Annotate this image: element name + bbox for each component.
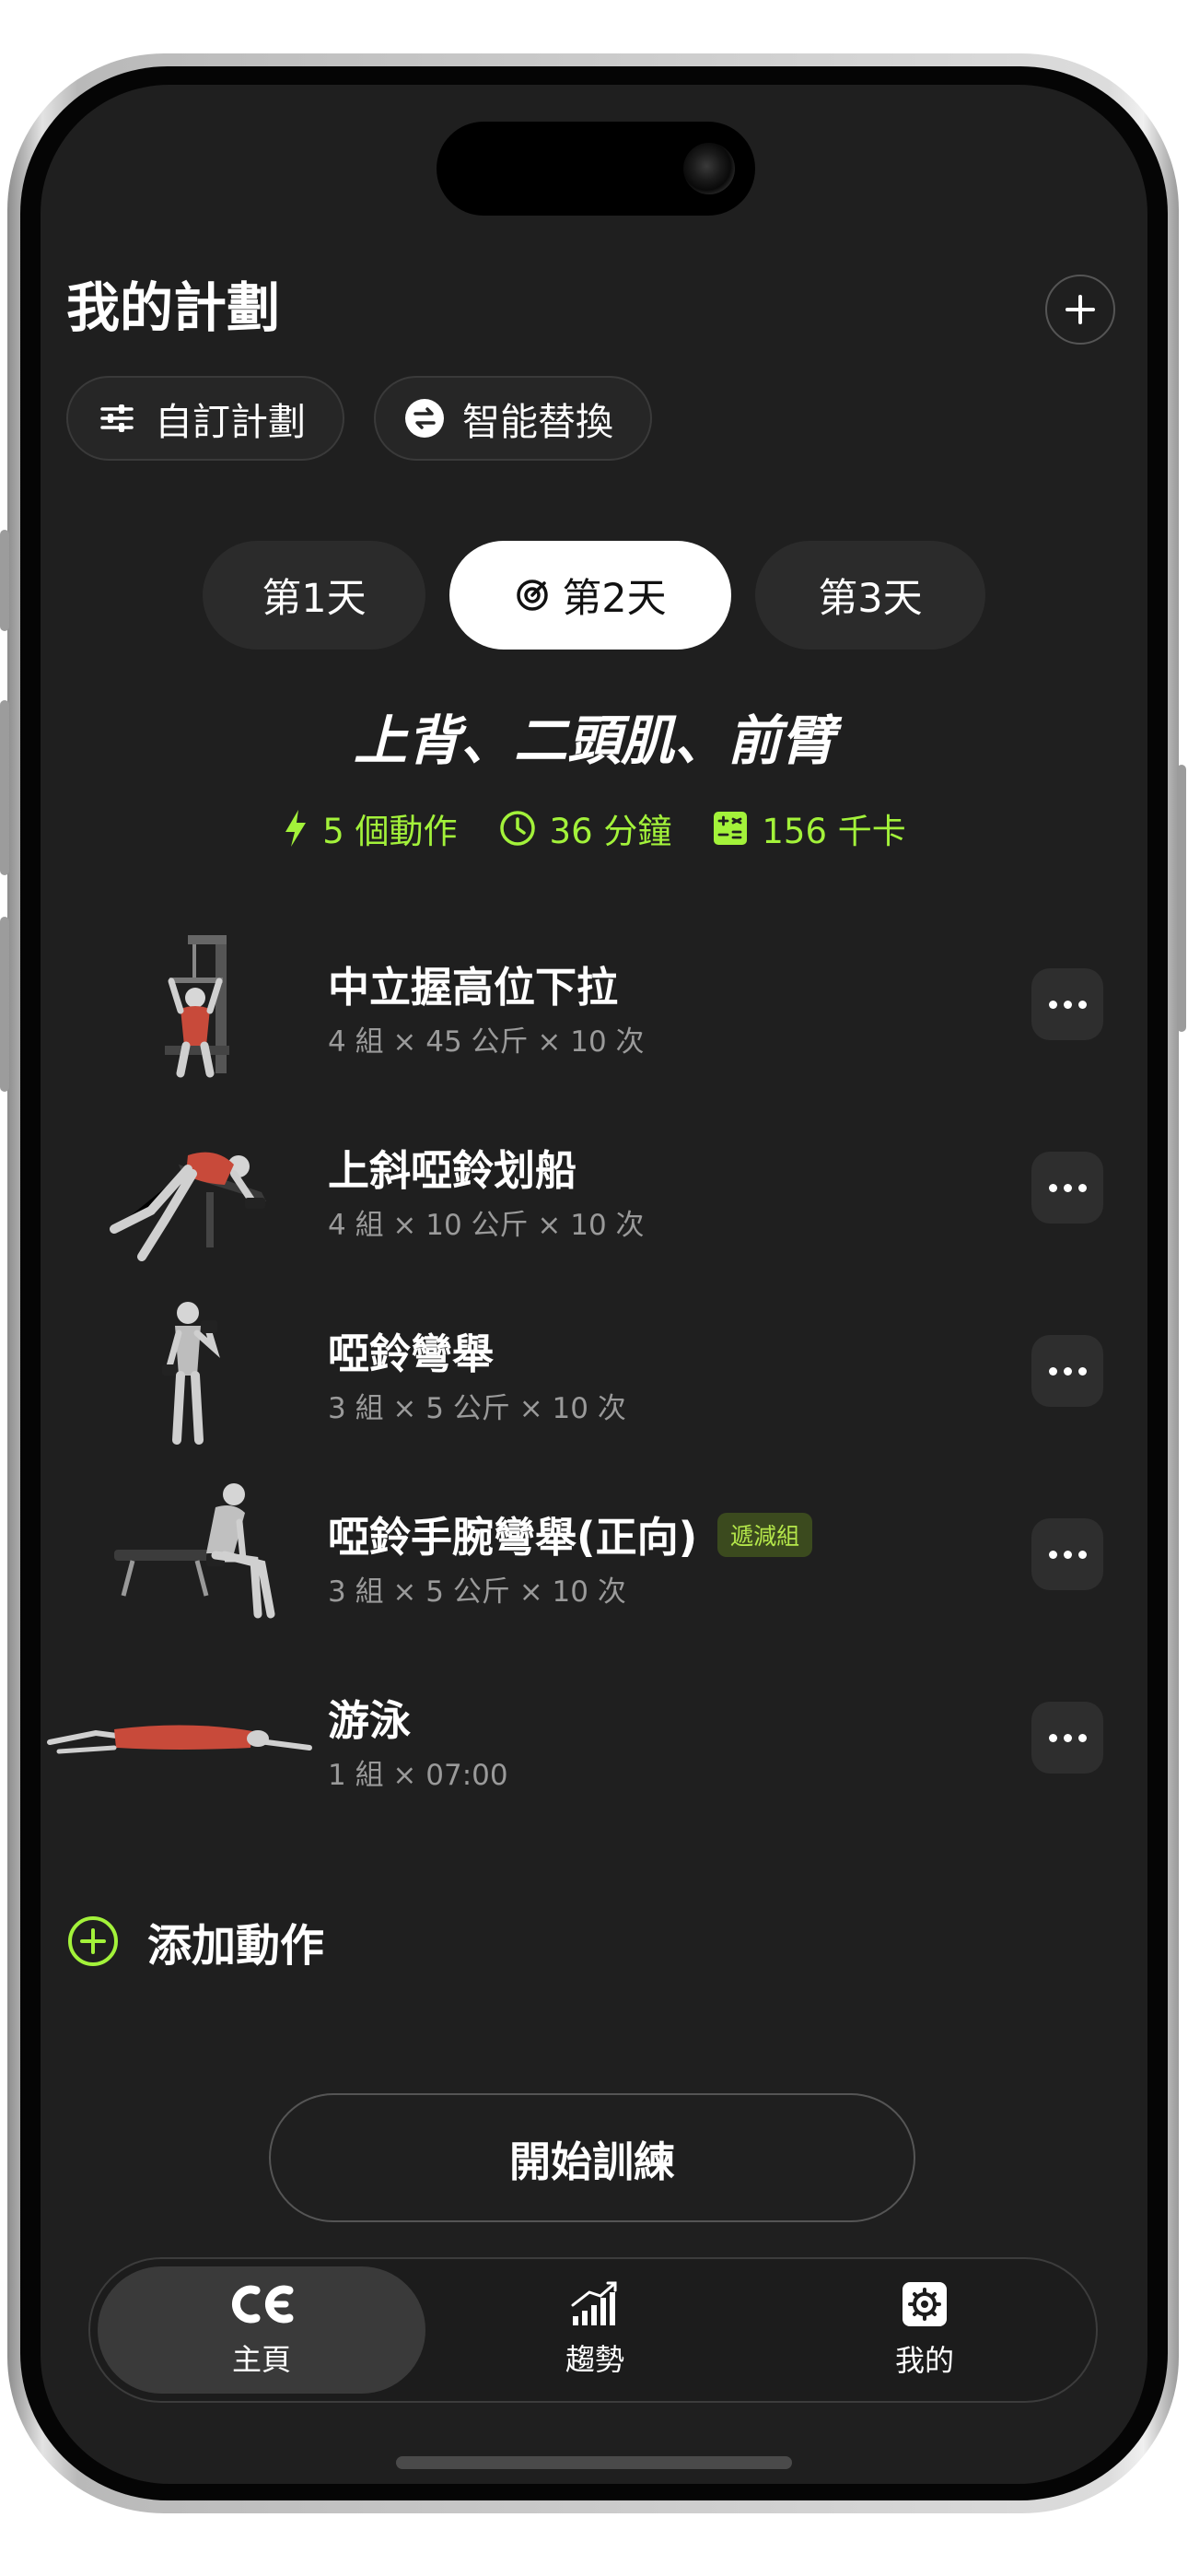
- plus-icon: [1066, 295, 1095, 324]
- exercise-name: 游泳: [328, 1696, 412, 1745]
- plus-circle-icon: [68, 1916, 118, 1966]
- exercise-count: 5 個動作: [322, 812, 458, 851]
- bottom-tab-bar: 主頁 趨勢 我的: [88, 2257, 1098, 2403]
- exercise-row[interactable]: 啞鈴手腕彎舉(正向) 遞減組 3 組 × 5 公斤 × 10 次: [41, 1469, 1147, 1644]
- tab-mine-label: 我的: [894, 2343, 954, 2378]
- exercise-detail: 1 組 × 07:00: [328, 1759, 508, 1792]
- drop-set-badge: 遞減組: [717, 1513, 813, 1557]
- more-options-button[interactable]: [1031, 1152, 1103, 1224]
- home-logo-icon: [232, 2285, 294, 2324]
- exercise-thumbnail-wrist-curl: [77, 1476, 308, 1633]
- dot: [1048, 1183, 1057, 1192]
- bar-chart-icon: [571, 2281, 617, 2325]
- exercise-detail: 4 組 × 10 公斤 × 10 次: [328, 1209, 645, 1242]
- power-button: [1177, 765, 1186, 1032]
- exercise-name-text: 啞鈴手腕彎舉(正向): [328, 1513, 698, 1562]
- smart-swap-button[interactable]: 智能替換: [374, 376, 652, 461]
- dot: [1063, 1366, 1072, 1376]
- dynamic-island: [437, 122, 755, 216]
- sliders-icon: [96, 397, 138, 439]
- exercise-name: 上斜啞鈴划船: [328, 1146, 577, 1195]
- swap-icon: [403, 397, 446, 439]
- exercise-thumbnail-swimming: [41, 1659, 317, 1816]
- start-workout-button[interactable]: 開始訓練: [269, 2093, 915, 2222]
- dot: [1063, 1000, 1072, 1009]
- add-exercise-button[interactable]: 添加動作: [66, 1909, 324, 1973]
- dot: [1077, 1733, 1087, 1742]
- dot: [1048, 1550, 1057, 1559]
- calories: 156 千卡: [762, 812, 906, 851]
- exercise-row[interactable]: 上斜啞鈴划船 4 組 × 10 公斤 × 10 次: [41, 1102, 1147, 1277]
- more-options-button[interactable]: [1031, 968, 1103, 1040]
- dot: [1063, 1733, 1072, 1742]
- exercise-detail: 4 組 × 45 公斤 × 10 次: [328, 1025, 645, 1059]
- start-workout-label: 開始訓練: [508, 2137, 675, 2186]
- dot: [1048, 1000, 1057, 1009]
- exercise-count-stat: 5 個動作: [282, 803, 458, 853]
- volume-down-button: [0, 917, 9, 1092]
- exercise-name: 啞鈴彎舉: [328, 1329, 495, 1378]
- exercise-detail: 3 組 × 5 公斤 × 10 次: [328, 1575, 626, 1609]
- exercise-name: 中立握高位下拉: [328, 963, 619, 1012]
- exercise-name: 啞鈴手腕彎舉(正向) 遞減組: [328, 1504, 813, 1563]
- home-indicator: [396, 2456, 792, 2469]
- target-icon: [517, 580, 549, 611]
- lightning-icon: [285, 810, 307, 847]
- exercise-detail: 3 組 × 5 公斤 × 10 次: [328, 1392, 626, 1425]
- dot: [1048, 1366, 1057, 1376]
- add-plan-button[interactable]: [1045, 275, 1115, 345]
- settings-icon: [903, 2282, 947, 2326]
- exercise-thumbnail-lat-pulldown: [77, 926, 308, 1083]
- dot: [1077, 1550, 1087, 1559]
- custom-plan-label: 自訂計劃: [155, 400, 306, 444]
- clock-icon: [499, 811, 535, 846]
- action-button: [0, 530, 9, 631]
- smart-swap-label: 智能替換: [462, 400, 613, 444]
- custom-plan-button[interactable]: 自訂計劃: [66, 376, 344, 461]
- tab-day-3[interactable]: 第3天: [755, 541, 985, 650]
- add-exercise-label: 添加動作: [147, 1920, 325, 1972]
- exercise-thumbnail-incline-row: [77, 1109, 308, 1266]
- screen: 我的計劃 自訂計劃 智能替換 第1天 第2天 第3天 上背、二頭肌、前臂 5 個…: [41, 85, 1147, 2484]
- tab-day-1-label: 第1天: [262, 576, 367, 622]
- calories-stat: 156 千卡: [712, 803, 906, 853]
- camera-lens: [683, 143, 735, 194]
- tab-day-2-label: 第2天: [562, 576, 667, 622]
- tab-mine[interactable]: 我的: [761, 2266, 1089, 2394]
- dot: [1063, 1550, 1072, 1559]
- more-options-button[interactable]: [1031, 1335, 1103, 1407]
- exercise-row[interactable]: 游泳 1 組 × 07:00: [41, 1652, 1147, 1827]
- tab-day-1[interactable]: 第1天: [203, 541, 425, 650]
- calculator-icon: [714, 812, 748, 845]
- exercise-row[interactable]: 中立握高位下拉 4 組 × 45 公斤 × 10 次: [41, 919, 1147, 1094]
- tab-home-label: 主頁: [231, 2342, 291, 2377]
- tab-trends-label: 趨勢: [565, 2342, 624, 2377]
- dot: [1063, 1183, 1072, 1192]
- dot: [1048, 1733, 1057, 1742]
- tab-trends[interactable]: 趨勢: [431, 2266, 759, 2394]
- dot: [1077, 1183, 1087, 1192]
- workout-title: 上背、二頭肌、前臂: [353, 709, 834, 772]
- exercise-thumbnail-dumbbell-curl: [77, 1293, 308, 1449]
- duration: 36 分鐘: [549, 812, 672, 851]
- duration-stat: 36 分鐘: [498, 803, 672, 853]
- tab-day-3-label: 第3天: [818, 576, 923, 622]
- exercise-row[interactable]: 啞鈴彎舉 3 組 × 5 公斤 × 10 次: [41, 1285, 1147, 1460]
- tab-home[interactable]: 主頁: [98, 2266, 425, 2394]
- dot: [1077, 1366, 1087, 1376]
- workout-stats: 5 個動作 36 分鐘 156 千卡: [41, 803, 1147, 853]
- volume-up-button: [0, 700, 9, 875]
- more-options-button[interactable]: [1031, 1518, 1103, 1590]
- tab-day-2[interactable]: 第2天: [449, 541, 731, 650]
- more-options-button[interactable]: [1031, 1702, 1103, 1774]
- page-title: 我的計劃: [66, 276, 281, 339]
- dot: [1077, 1000, 1087, 1009]
